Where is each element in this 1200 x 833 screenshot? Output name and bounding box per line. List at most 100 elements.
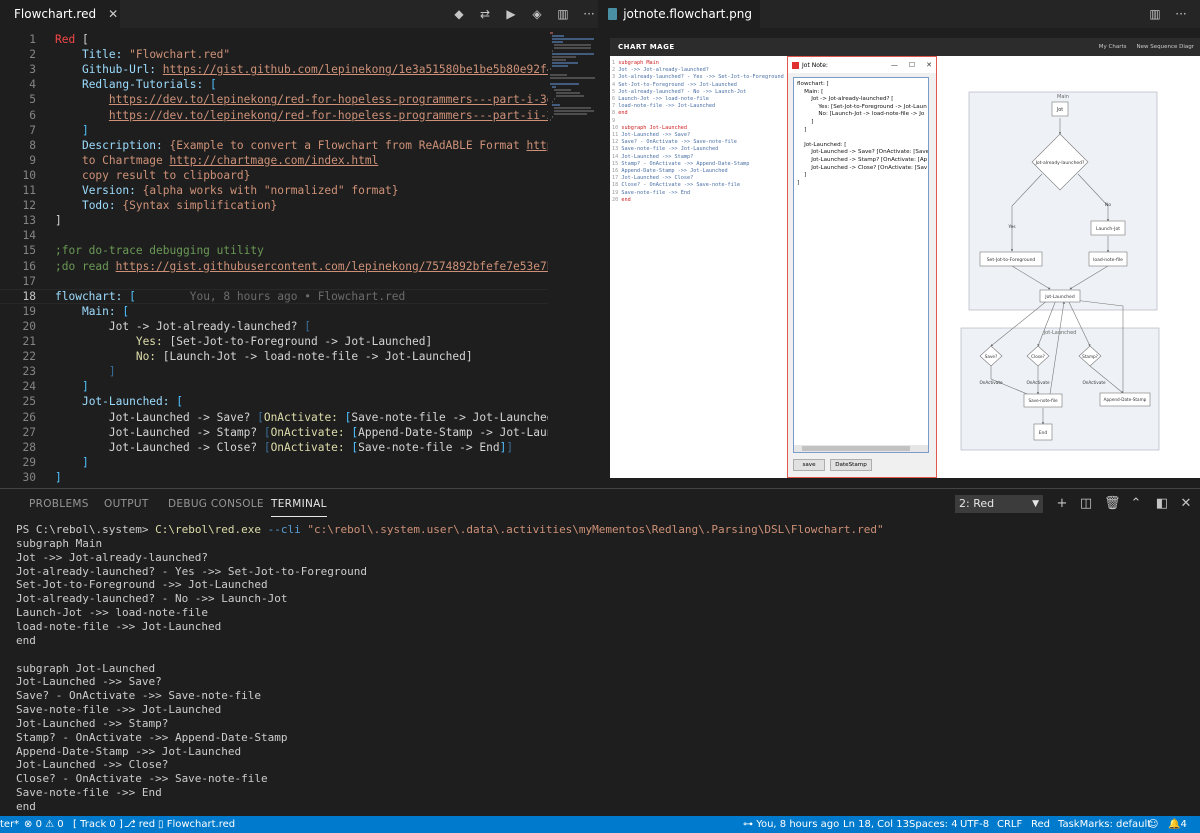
branch-label: red bbox=[138, 819, 156, 830]
dsl-line-text: Jot-already-launched? - Yes ->> Set-Jot-… bbox=[618, 74, 784, 81]
code-line: 24 ] bbox=[0, 379, 548, 394]
trash-icon[interactable]: 🗑 bbox=[1104, 496, 1121, 512]
split-terminal-icon[interactable]: ◫ bbox=[1078, 496, 1094, 512]
dsl-line-text: subgraph Main bbox=[618, 60, 659, 66]
terminal-select[interactable]: 2: Red ▼ bbox=[955, 495, 1043, 513]
code-token: {Syntax simplification} bbox=[122, 199, 278, 213]
dsl-line-number: 9 bbox=[612, 117, 616, 124]
close-icon[interactable]: ✕ bbox=[1178, 496, 1194, 512]
compare-icon[interactable]: ⇄ bbox=[478, 7, 492, 21]
line-number: 17 bbox=[22, 274, 36, 288]
status-taskmarks[interactable]: TaskMarks: default bbox=[1058, 816, 1151, 833]
diamond-icon[interactable]: ◆ bbox=[452, 7, 466, 21]
status-position[interactable]: Ln 18, Col 13 bbox=[843, 816, 909, 833]
line-number: 22 bbox=[22, 350, 36, 364]
source-control-icon[interactable]: ◈ bbox=[530, 7, 544, 21]
right-editor-group: jotnote.flowchart.png ▥ ··· CHART MAGE M… bbox=[600, 0, 1200, 488]
code-token: Save-note-file -> End bbox=[358, 440, 500, 454]
edge-onactivate-1: OnActivate bbox=[979, 380, 1003, 385]
status-branch[interactable]: ⎇ red bbox=[124, 816, 155, 833]
image-toolbar: ▥ ··· bbox=[1148, 0, 1188, 28]
tab-problems[interactable]: PROBLEMS bbox=[29, 498, 89, 510]
terminal-output-line: Jot-Launched ->> Save? bbox=[16, 675, 162, 689]
jot-horizontal-scrollbar bbox=[794, 445, 928, 452]
add-terminal-icon[interactable]: + bbox=[1054, 496, 1070, 512]
code-line: 22 No: [Launch-Jot -> load-note-file -> … bbox=[0, 349, 548, 364]
dsl-line-number: 4 bbox=[612, 81, 616, 88]
tab-flowchart-red[interactable]: Flowchart.red ✕ bbox=[0, 0, 120, 28]
minimap[interactable] bbox=[548, 28, 598, 228]
dsl-line-number: 13 bbox=[612, 146, 619, 153]
terminal[interactable]: PS C:\rebol\.system> C:\rebol\red.exe --… bbox=[16, 523, 1186, 813]
terminal-output-line: Save-note-file ->> Jot-Launched bbox=[16, 703, 222, 717]
blame-label: You, 8 hours ago bbox=[756, 819, 840, 830]
line-number: 9 bbox=[29, 153, 36, 167]
code-editor[interactable]: 1 Red [2 Title: "Flowchart.red" 3 Github-U… bbox=[0, 28, 548, 488]
minimap-line bbox=[554, 98, 555, 100]
tab-terminal[interactable]: TERMINAL bbox=[271, 498, 327, 517]
tab-label: jotnote.flowchart.png bbox=[623, 7, 752, 21]
code-token: http://chartmage.com/index.html bbox=[169, 153, 379, 167]
status-file[interactable]: ▯ Flowchart.red bbox=[158, 816, 235, 833]
chevron-up-icon[interactable]: ⌃ bbox=[1128, 496, 1144, 512]
dsl-line-number: 1 bbox=[612, 60, 616, 66]
dsl-line-text: Launch-Jot ->> load-note-file bbox=[618, 96, 709, 102]
code-line: 18 flowchart: [ You, 8 hours ago • Flowch… bbox=[0, 288, 548, 304]
status-left-cut[interactable]: ter* bbox=[0, 816, 19, 833]
tab-label: Flowchart.red bbox=[14, 7, 97, 21]
minimap-line bbox=[550, 83, 579, 85]
status-problems[interactable]: ⊗ 0 ⚠ 0 bbox=[24, 816, 64, 833]
more-icon[interactable]: ··· bbox=[1174, 7, 1188, 21]
split-editor-icon[interactable]: ▥ bbox=[1148, 7, 1162, 21]
line-code: Jot -> Jot-already-launched? [ bbox=[55, 319, 311, 334]
code-line: 12 Todo: {Syntax simplification} bbox=[0, 198, 548, 213]
minimap-line bbox=[550, 74, 568, 76]
tab-jotnote-png[interactable]: jotnote.flowchart.png bbox=[600, 0, 760, 28]
line-code: Jot-Launched -> Stamp? [OnActivate: [App… bbox=[55, 425, 548, 440]
close-icon[interactable]: ✕ bbox=[108, 7, 118, 21]
play-icon[interactable]: ▶ bbox=[504, 7, 518, 21]
jot-title: Jot Note: bbox=[802, 61, 828, 69]
minimap-line bbox=[552, 50, 553, 52]
line-number: 15 bbox=[22, 244, 36, 258]
code-line: 6 https://dev.to/lepinekong/red-for-hope… bbox=[0, 108, 548, 123]
maximize-panel-icon[interactable]: ◧ bbox=[1154, 496, 1170, 512]
line-number: 19 bbox=[22, 304, 36, 318]
dsl-line-text: Jot-Launched ->> Save? bbox=[621, 132, 691, 138]
line-code: ] bbox=[55, 123, 89, 138]
dsl-line-text: Append-Date-Stamp ->> Jot-Launched bbox=[621, 168, 728, 174]
code-token: Version: bbox=[81, 184, 143, 197]
status-notifications[interactable]: 🔔4 bbox=[1168, 816, 1187, 833]
line-number: 12 bbox=[22, 199, 36, 213]
dsl-line: 11 Jot-Launched ->> Save? bbox=[612, 132, 690, 139]
status-blame[interactable]: ⊶ You, 8 hours ago bbox=[743, 816, 839, 833]
line-code: ] bbox=[55, 379, 89, 394]
tab-output[interactable]: OUTPUT bbox=[104, 498, 149, 510]
line-code: ;for do-trace debugging utility bbox=[55, 243, 264, 258]
jot-text-line: Jot-Launched -> Stamp? [OnActivate: [Ap bbox=[797, 157, 928, 163]
code-token: Main: bbox=[81, 304, 123, 318]
dsl-line-text: Jot-Launched ->> Stamp? bbox=[621, 153, 694, 160]
code-token: ] bbox=[81, 455, 89, 469]
tab-debug-console[interactable]: DEBUG CONSOLE bbox=[168, 498, 264, 510]
status-encoding[interactable]: UTF-8 bbox=[960, 816, 989, 833]
dsl-line: 4 Set-Jot-to-Foreground ->> Jot-Launched bbox=[612, 82, 737, 89]
node-end-label: End bbox=[1039, 430, 1048, 436]
line-code: No: [Launch-Jot -> load-note-file -> Jot… bbox=[55, 349, 473, 364]
more-icon[interactable]: ··· bbox=[582, 7, 596, 21]
status-language[interactable]: Red bbox=[1031, 816, 1050, 833]
status-track[interactable]: [ Track 0 ] bbox=[73, 816, 123, 833]
status-spaces[interactable]: Spaces: 4 bbox=[909, 816, 958, 833]
code-token: Jot-Launched -> Close? bbox=[55, 440, 264, 454]
split-editor-icon[interactable]: ▥ bbox=[556, 7, 570, 21]
code-token: Red bbox=[55, 33, 82, 46]
dsl-line-number: 7 bbox=[612, 103, 616, 110]
minimap-line bbox=[550, 32, 553, 34]
code-token: OnActivate: bbox=[270, 425, 352, 439]
status-eol[interactable]: CRLF bbox=[997, 816, 1022, 833]
dsl-line-number: 5 bbox=[612, 88, 616, 95]
line-number: 6 bbox=[29, 108, 36, 122]
smiley-icon[interactable]: ☺ bbox=[1148, 816, 1158, 833]
